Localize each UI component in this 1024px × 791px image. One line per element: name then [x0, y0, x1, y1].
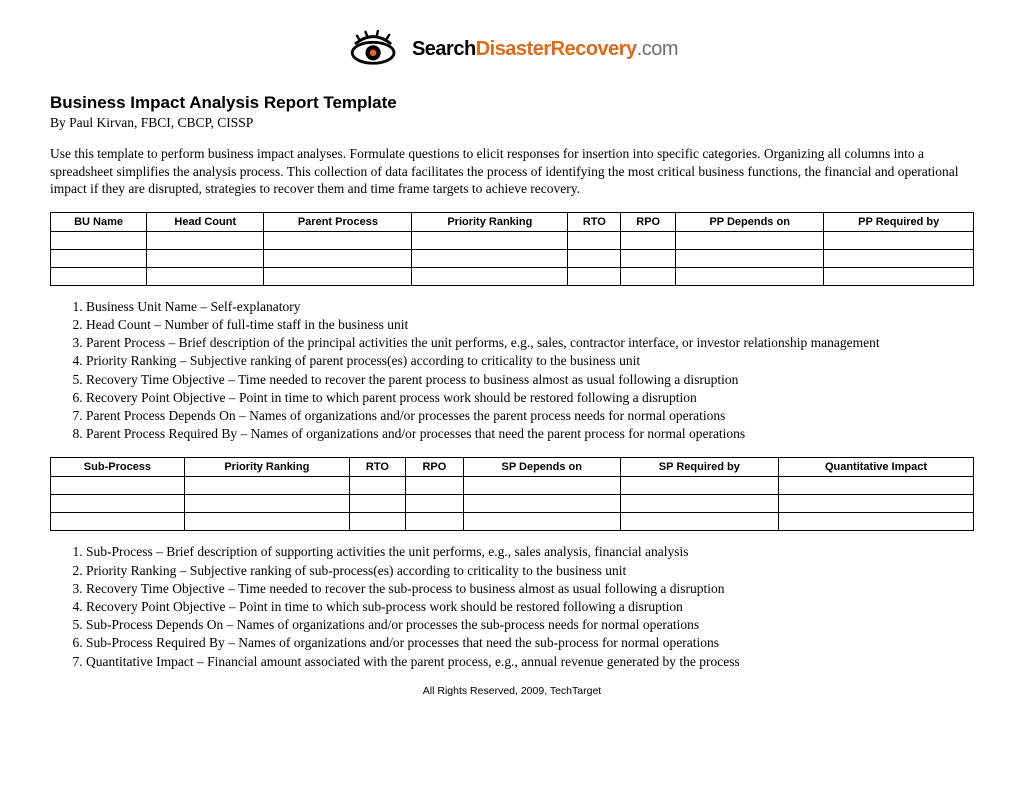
col-header: RTO — [349, 458, 405, 477]
col-header: RPO — [621, 212, 676, 231]
sub-process-table: Sub-Process Priority Ranking RTO RPO SP … — [50, 457, 974, 531]
list-item: Recovery Time Objective – Time needed to… — [86, 580, 974, 598]
eye-icon — [346, 30, 404, 68]
col-header: Head Count — [147, 212, 264, 231]
table-row — [51, 267, 974, 285]
parent-process-table: BU Name Head Count Parent Process Priori… — [50, 212, 974, 286]
list-item: Recovery Point Objective – Point in time… — [86, 598, 974, 616]
table-row — [51, 513, 974, 531]
col-header: RPO — [406, 458, 464, 477]
col-header: RTO — [568, 212, 621, 231]
list-item: Head Count – Number of full-time staff i… — [86, 316, 974, 334]
list-item: Business Unit Name – Self-explanatory — [86, 298, 974, 316]
col-header: Priority Ranking — [184, 458, 349, 477]
parent-process-definitions: Business Unit Name – Self-explanatory He… — [86, 298, 974, 444]
logo-part1: Search — [412, 38, 476, 60]
logo-part3: .com — [637, 38, 678, 60]
table-header-row: BU Name Head Count Parent Process Priori… — [51, 212, 974, 231]
list-item: Priority Ranking – Subjective ranking of… — [86, 352, 974, 370]
list-item: Recovery Time Objective – Time needed to… — [86, 371, 974, 389]
col-header: Priority Ranking — [412, 212, 568, 231]
page-title: Business Impact Analysis Report Template — [50, 93, 974, 113]
byline: By Paul Kirvan, FBCI, CBCP, CISSP — [50, 115, 974, 131]
list-item: Parent Process Depends On – Names of org… — [86, 407, 974, 425]
list-item: Quantitative Impact – Financial amount a… — [86, 653, 974, 671]
list-item: Priority Ranking – Subjective ranking of… — [86, 562, 974, 580]
table-row — [51, 477, 974, 495]
logo: SearchDisasterRecovery.com — [346, 30, 678, 68]
table-row — [51, 495, 974, 513]
footer-copyright: All Rights Reserved, 2009, TechTarget — [50, 685, 974, 697]
list-item: Parent Process – Brief description of th… — [86, 334, 974, 352]
col-header: PP Depends on — [675, 212, 824, 231]
list-item: Sub-Process Depends On – Names of organi… — [86, 616, 974, 634]
list-item: Parent Process Required By – Names of or… — [86, 425, 974, 443]
list-item: Sub-Process Required By – Names of organ… — [86, 634, 974, 652]
list-item: Sub-Process – Brief description of suppo… — [86, 543, 974, 561]
logo-text: SearchDisasterRecovery.com — [412, 38, 678, 61]
table-row — [51, 249, 974, 267]
list-item: Recovery Point Objective – Point in time… — [86, 389, 974, 407]
col-header: Parent Process — [264, 212, 412, 231]
intro-paragraph: Use this template to perform business im… — [50, 145, 974, 198]
col-header: SP Required by — [620, 458, 778, 477]
table-row — [51, 231, 974, 249]
col-header: BU Name — [51, 212, 147, 231]
logo-part2: DisasterRecovery — [476, 38, 637, 60]
col-header: Quantitative Impact — [778, 458, 973, 477]
sub-process-definitions: Sub-Process – Brief description of suppo… — [86, 543, 974, 671]
col-header: SP Depends on — [463, 458, 620, 477]
logo-container: SearchDisasterRecovery.com — [50, 30, 974, 68]
col-header: Sub-Process — [51, 458, 185, 477]
col-header: PP Required by — [824, 212, 974, 231]
table-header-row: Sub-Process Priority Ranking RTO RPO SP … — [51, 458, 974, 477]
